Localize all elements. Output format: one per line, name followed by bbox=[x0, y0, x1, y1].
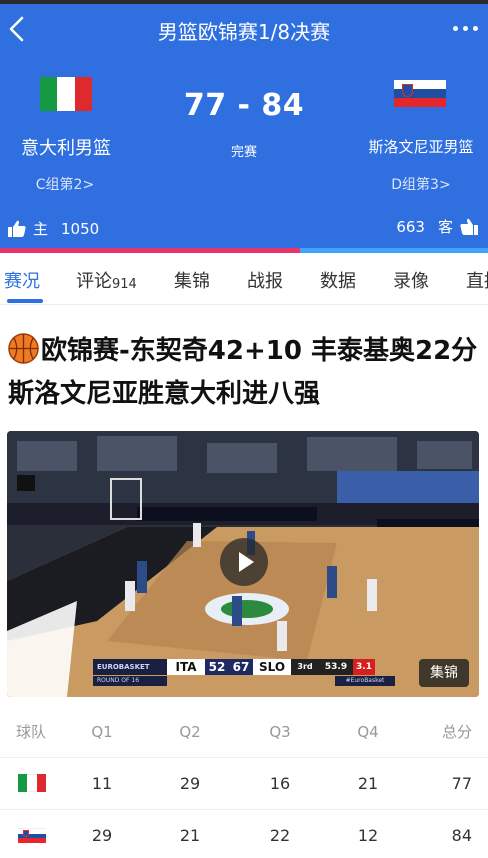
more-options-icon[interactable] bbox=[450, 22, 480, 34]
scorebug-team2: SLO bbox=[253, 659, 291, 675]
away-label: 客 bbox=[437, 218, 453, 236]
scorebug-quarter: 3rd bbox=[291, 659, 319, 675]
header-q3: Q3 bbox=[269, 723, 291, 741]
home-like-count: 1050 bbox=[61, 219, 100, 238]
home-team-name[interactable]: 意大利男篮 bbox=[6, 134, 126, 160]
tab-highlights[interactable]: 集锦 bbox=[174, 267, 210, 293]
active-tab-indicator bbox=[7, 299, 43, 303]
basketball-icon bbox=[8, 333, 39, 364]
headline-text: 欧锦赛-东契奇42+10 丰泰基奥22分 斯洛文尼亚胜意大利进八强 bbox=[8, 336, 478, 409]
play-icon bbox=[239, 552, 254, 572]
status-bar bbox=[0, 0, 488, 4]
match-score: 77 - 84 bbox=[183, 88, 305, 123]
row-q2: 21 bbox=[179, 826, 201, 845]
row-q3: 22 bbox=[269, 826, 291, 845]
away-like-button[interactable]: 663 客 bbox=[396, 216, 478, 237]
scorebug-score2: 67 bbox=[229, 659, 253, 675]
table-row: 29 21 22 12 84 bbox=[0, 810, 488, 858]
header-total: 总分 bbox=[441, 723, 472, 741]
home-like-button[interactable]: 主 1050 bbox=[8, 218, 99, 239]
header-q1: Q1 bbox=[91, 723, 113, 741]
scorebug-score1: 52 bbox=[205, 659, 229, 675]
header-q4: Q4 bbox=[357, 723, 379, 741]
thumbs-up-icon bbox=[8, 220, 26, 237]
comment-count: 914 bbox=[112, 277, 137, 292]
match-header: 男篮欧锦赛1/8决赛 77 - 84 完赛 意大利男篮 斯洛文尼亚男篮 C组第2… bbox=[0, 0, 488, 253]
away-like-count: 663 bbox=[396, 217, 425, 236]
video-scorebug: EUROBASKET ITA 52 67 SLO 3rd 53.9 3.1 RO… bbox=[93, 659, 395, 689]
play-button[interactable] bbox=[220, 538, 268, 586]
row-q1: 11 bbox=[91, 774, 113, 793]
page-title: 男篮欧锦赛1/8决赛 bbox=[157, 20, 331, 44]
tab-comments[interactable]: 评论914 bbox=[76, 267, 137, 293]
scorebug-league: EUROBASKET bbox=[93, 659, 167, 675]
scorebug-clock: 53.9 bbox=[319, 659, 353, 675]
tab-replay[interactable]: 录像 bbox=[393, 267, 429, 293]
slovenia-flag-icon bbox=[18, 828, 46, 843]
thumbs-up-icon bbox=[460, 218, 478, 235]
tab-live-stream[interactable]: 直播 bbox=[466, 267, 488, 293]
row-total: 84 bbox=[451, 826, 472, 845]
tab-report[interactable]: 战报 bbox=[247, 267, 283, 293]
scorebug-hashtag: #EuroBasket bbox=[335, 676, 395, 686]
highlights-button[interactable]: 集锦 bbox=[419, 659, 469, 687]
row-q4: 12 bbox=[357, 826, 379, 845]
tab-stats[interactable]: 数据 bbox=[320, 267, 356, 293]
header-team: 球队 bbox=[16, 723, 47, 741]
away-group-link[interactable]: D组第3> bbox=[366, 174, 476, 194]
highlight-video[interactable]: EUROBASKET ITA 52 67 SLO 3rd 53.9 3.1 RO… bbox=[7, 431, 479, 697]
article-headline[interactable]: 欧锦赛-东契奇42+10 丰泰基奥22分 斯洛文尼亚胜意大利进八强 bbox=[8, 330, 480, 416]
row-q1: 29 bbox=[91, 826, 113, 845]
table-row: 11 29 16 21 77 bbox=[0, 758, 488, 810]
scorebug-round: ROUND OF 16 bbox=[93, 676, 167, 686]
header-q2: Q2 bbox=[179, 723, 201, 741]
scorebug-team1: ITA bbox=[167, 659, 205, 675]
row-q2: 29 bbox=[179, 774, 201, 793]
scorebug-shot-clock: 3.1 bbox=[353, 659, 375, 675]
home-group-link[interactable]: C组第2> bbox=[10, 174, 120, 194]
row-q4: 21 bbox=[357, 774, 379, 793]
away-team-name[interactable]: 斯洛文尼亚男篮 bbox=[360, 136, 482, 157]
row-q3: 16 bbox=[269, 774, 291, 793]
tab-live[interactable]: 赛况 bbox=[4, 267, 40, 293]
home-label: 主 bbox=[33, 220, 49, 238]
row-total: 77 bbox=[451, 774, 472, 793]
table-header-row: 球队 Q1 Q2 Q3 Q4 总分 bbox=[0, 706, 488, 758]
tab-bar: 赛况 评论914 集锦 战报 数据 录像 直播 bbox=[0, 253, 488, 305]
italy-flag-icon bbox=[18, 774, 46, 792]
